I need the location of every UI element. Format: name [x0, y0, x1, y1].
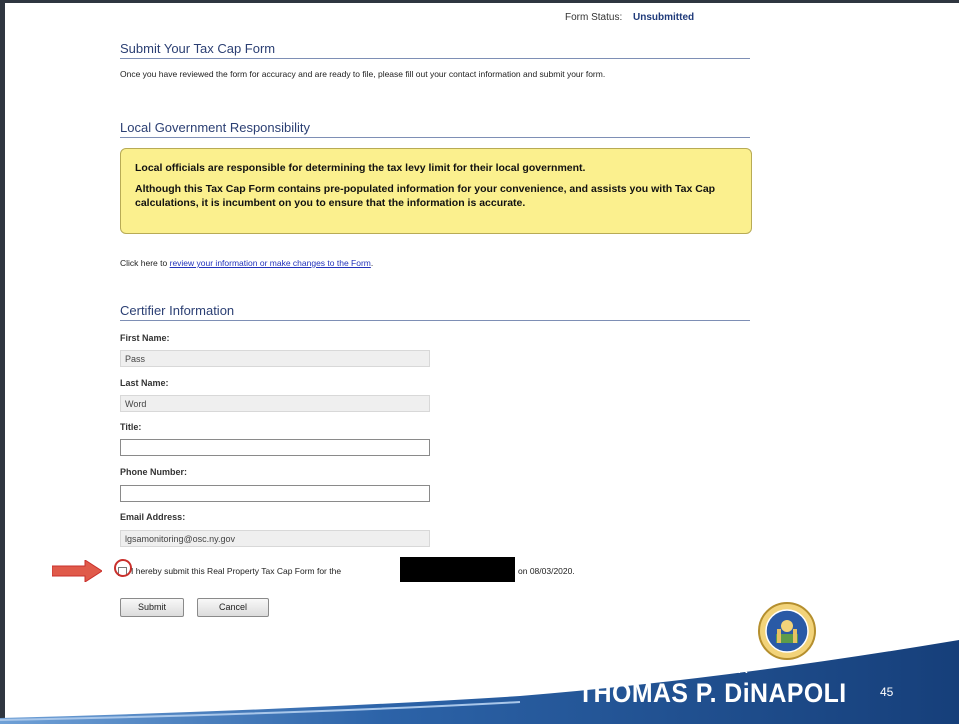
- email-field[interactable]: [120, 530, 430, 547]
- review-link[interactable]: review your information or make changes …: [170, 258, 371, 268]
- footer-name: THOMAS P. DiNAPOLI: [578, 678, 847, 708]
- phone-label: Phone Number:: [120, 467, 188, 477]
- last-name-field[interactable]: [120, 395, 430, 412]
- submit-button[interactable]: Submit: [120, 598, 184, 617]
- form-status: Form Status: Unsubmitted: [565, 12, 694, 23]
- warning-line-1: Local officials are responsible for dete…: [135, 162, 586, 174]
- footer-agency: NYS COMPTROLLER: [578, 660, 750, 677]
- warning-line-2: Although this Tax Cap Form contains pre-…: [135, 183, 716, 210]
- last-name-label: Last Name:: [120, 378, 169, 388]
- slide-left-border: [0, 0, 5, 724]
- form-status-label: Form Status:: [565, 12, 623, 23]
- certify-text-before: I hereby submit this Real Property Tax C…: [131, 566, 342, 576]
- review-prefix: Click here to: [120, 258, 170, 268]
- page-number: 45: [880, 685, 894, 699]
- submit-heading: Submit Your Tax Cap Form: [120, 41, 750, 59]
- highlight-circle-icon: [114, 559, 132, 577]
- title-field[interactable]: [120, 439, 430, 456]
- red-arrow-icon: [52, 560, 102, 582]
- first-name-label: First Name:: [120, 333, 170, 343]
- submit-description: Once you have reviewed the form for accu…: [120, 69, 606, 79]
- form-status-value: Unsubmitted: [633, 12, 695, 23]
- certifier-heading: Certifier Information: [120, 303, 750, 321]
- responsibility-heading: Local Government Responsibility: [120, 120, 750, 138]
- first-name-field[interactable]: [120, 350, 430, 367]
- slide: Form Status: Unsubmitted Submit Your Tax…: [0, 0, 959, 724]
- review-suffix: .: [370, 258, 374, 268]
- responsibility-warning-box: Local officials are responsible for dete…: [120, 148, 752, 234]
- slide-top-border: [0, 0, 959, 3]
- email-label: Email Address:: [120, 512, 186, 522]
- redaction-block: [400, 557, 515, 582]
- review-line: Click here to review your information or…: [120, 258, 373, 268]
- title-label: Title:: [120, 422, 142, 432]
- cancel-button[interactable]: Cancel: [197, 598, 269, 617]
- phone-field[interactable]: [120, 485, 430, 502]
- certify-text-after: on 08/03/2020.: [518, 566, 575, 576]
- seal-icon: [758, 602, 816, 660]
